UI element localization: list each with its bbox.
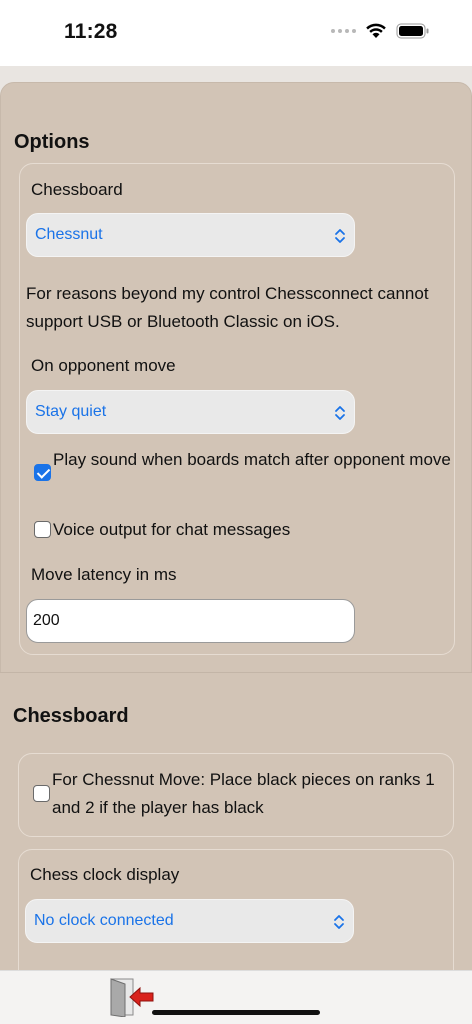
clock-group: Chess clock display No clock connected (18, 849, 454, 970)
black-pieces-group: For Chessnut Move: Place black pieces on… (18, 753, 454, 837)
chevron-updown-icon (335, 229, 345, 243)
clock-select[interactable]: No clock connected (25, 899, 354, 943)
latency-input[interactable]: 200 (26, 599, 355, 643)
status-time: 11:28 (64, 20, 118, 43)
options-title: Options (14, 131, 90, 153)
chessboard-title: Chessboard (13, 705, 129, 727)
battery-icon (396, 23, 429, 39)
settings-content[interactable]: Options Chessboard Chessnut For reasons … (0, 66, 472, 970)
wifi-icon (366, 23, 386, 38)
chessboard-panel: Chessboard For Chessnut Move: Place blac… (0, 672, 472, 970)
clock-label: Chess clock display (30, 865, 180, 884)
black-pieces-label: For Chessnut Move: Place black pieces on… (52, 770, 435, 817)
chevron-updown-icon (335, 406, 345, 420)
chevron-updown-icon (334, 915, 344, 929)
clock-select-value: No clock connected (34, 912, 174, 929)
voice-output-label: Voice output for chat messages (53, 520, 291, 539)
latency-label: Move latency in ms (31, 565, 177, 584)
opponent-move-select[interactable]: Stay quiet (26, 390, 355, 434)
voice-output-checkbox[interactable] (34, 521, 51, 538)
exit-door-icon[interactable] (108, 977, 156, 1017)
chessboard-select-value: Chessnut (35, 226, 103, 243)
play-sound-label: Play sound when boards match after oppon… (53, 450, 451, 469)
chessboard-select[interactable]: Chessnut (26, 213, 355, 257)
cellular-signal-icon (331, 29, 356, 33)
opponent-move-select-value: Stay quiet (35, 403, 107, 420)
options-group: Chessboard Chessnut For reasons beyond m… (19, 163, 455, 655)
status-icons (331, 23, 430, 39)
chessboard-label: Chessboard (31, 180, 123, 199)
usb-notice: For reasons beyond my control Chessconne… (26, 284, 429, 331)
latency-input-value: 200 (33, 612, 60, 629)
opponent-move-label: On opponent move (31, 356, 176, 375)
play-sound-checkbox[interactable] (34, 464, 51, 481)
black-pieces-checkbox[interactable] (33, 785, 50, 802)
home-indicator (152, 1010, 320, 1015)
status-bar: 11:28 (0, 0, 472, 66)
bottom-toolbar (0, 970, 472, 1024)
options-panel: Options Chessboard Chessnut For reasons … (0, 82, 472, 682)
